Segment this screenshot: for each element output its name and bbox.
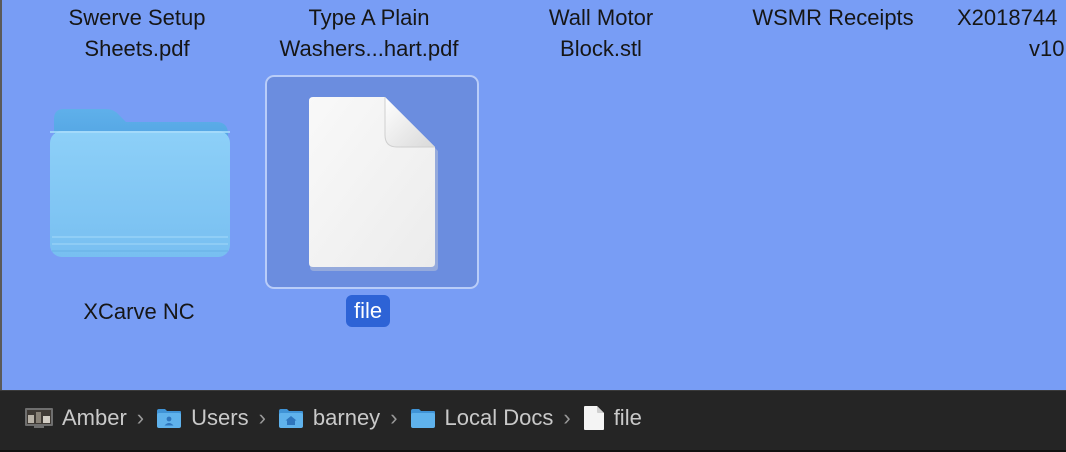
crumb-label: Amber bbox=[62, 405, 127, 430]
file-item-selected[interactable] bbox=[265, 75, 479, 289]
file-name-line: Block.stl bbox=[560, 36, 642, 61]
file-name-line: Washers...hart.pdf bbox=[279, 36, 459, 61]
folder-label[interactable]: XCarve NC bbox=[34, 296, 244, 327]
file-item-wall-motor-block[interactable]: Wall Motor Block.stl bbox=[506, 2, 696, 64]
breadcrumb: Amber › Users › barney › Local Docs › fi… bbox=[25, 403, 642, 433]
folder-icon bbox=[50, 109, 230, 257]
crumb-label: barney bbox=[312, 405, 381, 430]
file-name-line: v10 bbox=[1029, 36, 1065, 61]
file-name-line: WSMR Receipts bbox=[752, 5, 914, 30]
crumb-local-docs[interactable]: Local Docs bbox=[410, 405, 554, 431]
file-name-line: Type A Plain bbox=[308, 5, 430, 30]
file-item-x2018744[interactable]: X2018744 v10 bbox=[957, 2, 1066, 64]
finder-icon-view[interactable]: Swerve Setup Sheets.pdf Type A Plain Was… bbox=[0, 0, 1066, 390]
folder-icon bbox=[410, 409, 435, 428]
crumb-amber[interactable]: Amber bbox=[25, 405, 127, 431]
file-name-line: Swerve Setup bbox=[68, 5, 206, 30]
path-separator: › bbox=[390, 405, 398, 430]
crumb-label: Users bbox=[191, 405, 249, 430]
crumb-barney[interactable]: barney bbox=[278, 405, 380, 431]
file-name-line: X2018744 bbox=[957, 5, 1058, 30]
file-name-line: Wall Motor bbox=[548, 5, 654, 30]
file-label-selected[interactable]: file bbox=[346, 295, 391, 327]
file-item-swerve-setup-sheets[interactable]: Swerve Setup Sheets.pdf bbox=[42, 2, 232, 64]
path-separator: › bbox=[258, 405, 266, 430]
home-folder-icon bbox=[278, 409, 303, 428]
folder-item-xcarve-nc[interactable] bbox=[48, 105, 232, 265]
users-folder-icon bbox=[157, 409, 182, 428]
computer-icon bbox=[25, 408, 53, 428]
document-icon bbox=[583, 406, 604, 430]
crumb-label: Local Docs bbox=[444, 405, 554, 430]
crumb-file[interactable]: file bbox=[583, 405, 642, 431]
path-separator: › bbox=[136, 405, 145, 430]
file-item-wsmr-receipts[interactable]: WSMR Receipts bbox=[738, 2, 928, 33]
path-bar: Amber › Users › barney › Local Docs › fi… bbox=[0, 390, 1066, 452]
crumb-users[interactable]: Users bbox=[156, 405, 249, 431]
crumb-label: file bbox=[613, 405, 642, 430]
document-icon bbox=[309, 97, 438, 271]
file-name-line: Sheets.pdf bbox=[84, 36, 190, 61]
file-item-type-a-plain-washers[interactable]: Type A Plain Washers...hart.pdf bbox=[274, 2, 464, 64]
path-separator: › bbox=[563, 405, 571, 430]
